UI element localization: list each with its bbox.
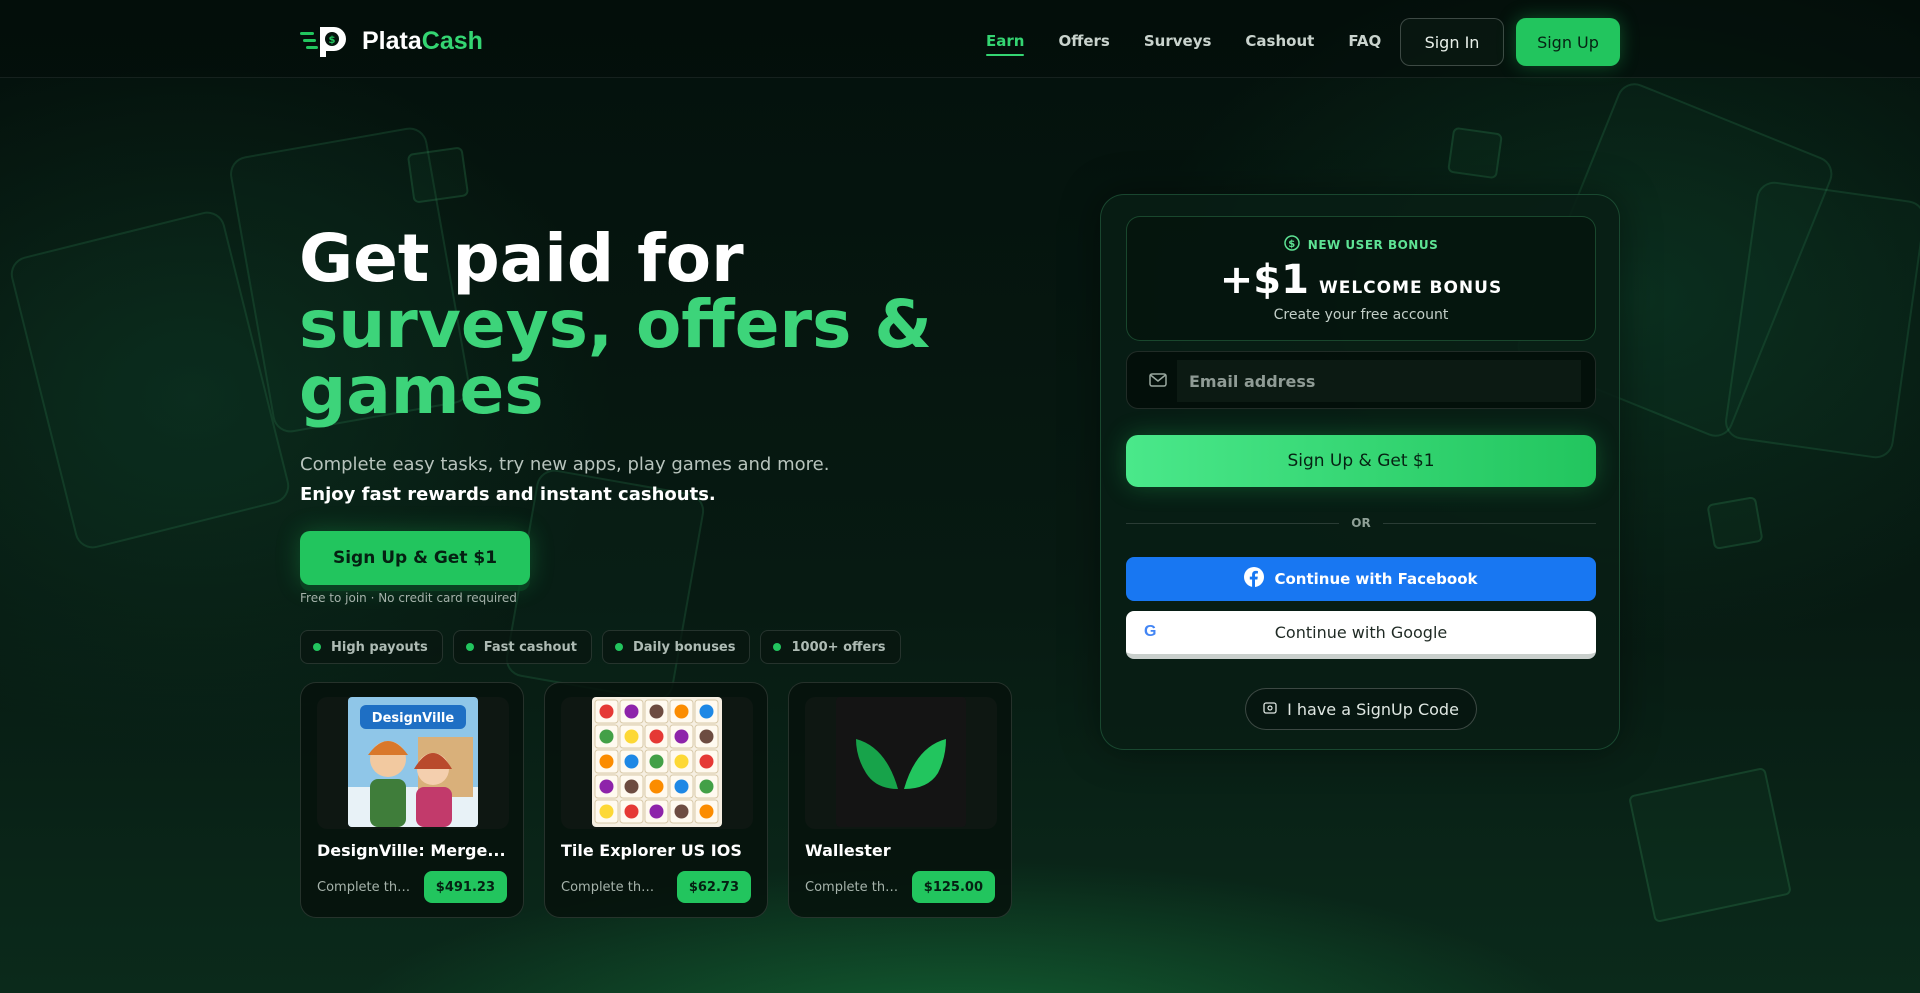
hero-subtitle: Complete easy tasks, try new apps, play … [300, 454, 830, 475]
nav-faq[interactable]: FAQ [1348, 32, 1381, 50]
svg-text:$: $ [329, 35, 336, 46]
nav-surveys[interactable]: Surveys [1144, 32, 1212, 50]
nav-cashout[interactable]: Cashout [1245, 32, 1314, 50]
email-input[interactable] [1177, 360, 1581, 402]
dot-icon [465, 643, 474, 651]
dot-icon [313, 643, 321, 651]
offer-name: DesignVille: Merge... [317, 841, 506, 860]
bonus-subtitle: Create your free account [1273, 307, 1449, 323]
email-field [1126, 351, 1596, 409]
nav-offers[interactable]: Offers [1058, 32, 1109, 50]
dot-icon [773, 643, 782, 651]
gift-icon [1628, 766, 1792, 924]
svg-text:DesignVille: DesignVille [372, 711, 455, 726]
dot-icon [614, 643, 623, 651]
feature-pills: High payouts Fast cashout Daily bonuses … [300, 630, 901, 664]
main-nav: Earn Offers Surveys Cashout FAQ [986, 32, 1381, 56]
tile-explorer-thumbnail [592, 697, 722, 827]
signup-code-button[interactable]: I have a SignUp Code [1245, 688, 1477, 730]
ticket-icon [1263, 700, 1277, 719]
mail-icon [1149, 372, 1167, 392]
offer-card[interactable]: DesignVille DesignVille: Merge... Comple… [300, 682, 524, 918]
feature-pill: Fast cashout [452, 630, 592, 664]
facebook-login-button[interactable]: Continue with Facebook [1126, 557, 1596, 601]
svg-text:$: $ [1288, 239, 1295, 250]
google-login-button[interactable]: G Continue with Google [1126, 611, 1596, 659]
feature-pill: Daily bonuses [601, 630, 751, 664]
brand-name: PlataCash [362, 26, 483, 55]
offer-name: Wallester [805, 841, 891, 860]
or-divider: OR [1126, 515, 1597, 531]
hero-title-line2: surveys, offers & [299, 286, 932, 363]
feature-pill: High payouts [300, 630, 443, 664]
hero-subtitle-bold: Enjoy fast rewards and instant cashouts. [300, 484, 716, 505]
offer-price-badge[interactable]: $62.73 [676, 871, 751, 903]
hero-note: Free to join · No credit card required [300, 591, 517, 605]
offer-cards: DesignVille DesignVille: Merge... Comple… [300, 682, 1012, 918]
brand-logo[interactable]: $ PlataCash [300, 24, 483, 58]
signup-code-label: I have a SignUp Code [1287, 699, 1459, 719]
gift-icon [1447, 126, 1503, 180]
facebook-label: Continue with Facebook [1274, 570, 1478, 588]
google-label: Continue with Google [1274, 623, 1448, 642]
offer-description: Complete the offer [805, 880, 901, 895]
offer-price-badge[interactable]: $125.00 [911, 871, 995, 903]
nav-earn[interactable]: Earn [986, 32, 1025, 56]
offer-card[interactable]: Wallester Complete the offer $125.00 [788, 682, 1012, 918]
bonus-amount: +$1 [1219, 257, 1309, 303]
dollar-circle-icon: $ [1284, 235, 1300, 254]
sign-in-button[interactable]: Sign In [1400, 18, 1504, 66]
offer-description: Complete the offer [317, 880, 413, 895]
sign-up-button[interactable]: Sign Up [1516, 18, 1620, 66]
signup-panel: $ NEW USER BONUS +$1 WELCOME BONUS Creat… [1100, 194, 1620, 750]
offer-description: Complete the offer [561, 880, 657, 895]
offer-name: Tile Explorer US IOS [561, 841, 742, 860]
gift-icon [1706, 496, 1764, 550]
wallester-logo [836, 697, 966, 827]
offer-card[interactable]: Tile Explorer US IOS Complete the offer … [544, 682, 768, 918]
top-navbar: $ PlataCash Earn Offers Surveys Cashout … [0, 0, 1920, 78]
feature-pill: 1000+ offers [760, 630, 901, 664]
logo-mark-icon: $ [300, 24, 356, 58]
designville-thumbnail: DesignVille [348, 697, 478, 827]
bg-card-decor [1722, 179, 1920, 461]
panel-signup-button[interactable]: Sign Up & Get $1 [1126, 435, 1596, 487]
gift-icon [406, 146, 470, 204]
facebook-icon [1244, 567, 1265, 591]
bonus-tag-label: NEW USER BONUS [1307, 237, 1439, 252]
welcome-bonus-box: $ NEW USER BONUS +$1 WELCOME BONUS Creat… [1126, 216, 1596, 341]
hero-title: Get paid for surveys, offers & games [299, 226, 932, 424]
bonus-label: WELCOME BONUS [1318, 278, 1503, 298]
hero-title-line3: games [299, 352, 544, 429]
hero-title-line1: Get paid for [299, 220, 744, 297]
offer-price-badge[interactable]: $491.23 [423, 871, 507, 903]
google-icon: G [1144, 623, 1157, 640]
hero-signup-button[interactable]: Sign Up & Get $1 [300, 531, 530, 585]
